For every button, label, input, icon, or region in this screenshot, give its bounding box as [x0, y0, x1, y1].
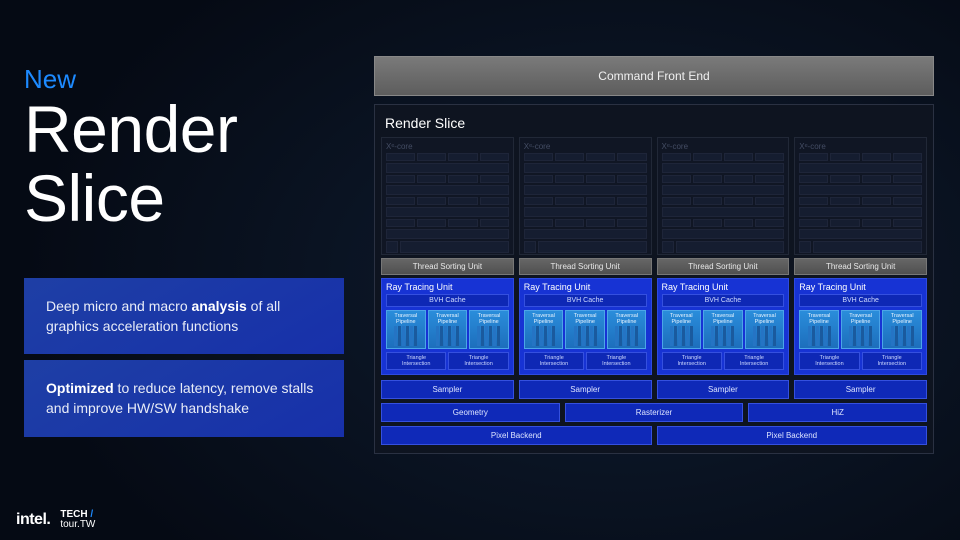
xe-core-block: Xᵉ-core	[657, 137, 790, 255]
rasterizer-block: Rasterizer	[565, 403, 744, 422]
pixel-backend-row: Pixel Backend Pixel Backend	[381, 426, 927, 445]
triangle-intersection-block: TriangleIntersection	[799, 352, 859, 370]
core-column: Xᵉ-core Thread Sorting Unit Ray Tracing Un…	[519, 137, 652, 375]
pixel-backend-block: Pixel Backend	[381, 426, 652, 445]
bvh-cache-block: BVH Cache	[386, 294, 509, 307]
traversal-pipeline-block: TraversalPipeline	[662, 310, 702, 349]
xe-core-block: Xᵉ-core	[381, 137, 514, 255]
core-column: Xᵉ-core Thread Sorting Unit Ray Tracing Un…	[794, 137, 927, 375]
bvh-cache-block: BVH Cache	[662, 294, 785, 307]
traversal-pipeline-block: TraversalPipeline	[428, 310, 468, 349]
render-slice-title: Render Slice	[381, 111, 927, 137]
command-front-end-block: Command Front End	[374, 56, 934, 96]
traversal-pipeline-block: TraversalPipeline	[745, 310, 785, 349]
traversal-pipeline-block: TraversalPipeline	[799, 310, 839, 349]
thread-sorting-unit-block: Thread Sorting Unit	[381, 258, 514, 275]
xe-core-label: Xᵉ-core	[386, 142, 509, 151]
core-column: Xᵉ-core Thread Sorting Unit Ray Tracing Un…	[381, 137, 514, 375]
ray-tracing-unit-block: Ray Tracing Unit BVH Cache TraversalPipeli…	[657, 278, 790, 375]
traversal-pipeline-block: TraversalPipeline	[386, 310, 426, 349]
cores-row: Xᵉ-coreThread Sorting UnitRay Tracing Un…	[381, 137, 927, 375]
ray-tracing-unit-block: Ray Tracing Unit BVH Cache TraversalPipeli…	[519, 278, 652, 375]
pixel-backend-block: Pixel Backend	[657, 426, 928, 445]
hiz-block: HiZ	[748, 403, 927, 422]
geometry-block: Geometry	[381, 403, 560, 422]
footer: intel. TECH / tour.TW	[16, 510, 95, 530]
bvh-cache-block: BVH Cache	[524, 294, 647, 307]
triangle-intersection-block: TriangleIntersection	[724, 352, 784, 370]
ray-tracing-unit-title: Ray Tracing Unit	[524, 282, 647, 292]
bottom-blocks-row: Geometry Rasterizer HiZ	[381, 403, 927, 422]
xe-core-block: Xᵉ-core	[519, 137, 652, 255]
thread-sorting-unit-block: Thread Sorting Unit	[657, 258, 790, 275]
ray-tracing-unit-block: Ray Tracing Unit BVH Cache TraversalPipeli…	[794, 278, 927, 375]
ray-tracing-unit-title: Ray Tracing Unit	[799, 282, 922, 292]
ray-tracing-unit-block: Ray Tracing Unit BVH Cache TraversalPipeli…	[381, 278, 514, 375]
architecture-diagram: Command Front End Render Slice Xᵉ-core Th…	[374, 56, 934, 454]
thread-sorting-unit-block: Thread Sorting Unit	[794, 258, 927, 275]
triangle-intersection-block: TriangleIntersection	[662, 352, 722, 370]
left-column: New Render Slice Deep micro and macro an…	[24, 64, 344, 437]
sampler-block: Sampler	[657, 380, 790, 399]
xe-core-label: Xᵉ-core	[799, 142, 922, 151]
traversal-pipeline-block: TraversalPipeline	[841, 310, 881, 349]
sampler-block: Sampler	[794, 380, 927, 399]
render-slice-container: Render Slice Xᵉ-coreThread Sorting UnitR…	[374, 104, 934, 454]
traversal-pipeline-block: TraversalPipeline	[469, 310, 509, 349]
triangle-intersection-block: TriangleIntersection	[862, 352, 922, 370]
sampler-block: Sampler	[519, 380, 652, 399]
ray-tracing-unit-title: Ray Tracing Unit	[662, 282, 785, 292]
traversal-pipeline-block: TraversalPipeline	[703, 310, 743, 349]
traversal-pipeline-block: TraversalPipeline	[607, 310, 647, 349]
tech-tour-logo: TECH / tour.TW	[60, 510, 95, 530]
info-box-optimized: Optimized to reduce latency, remove stal…	[24, 360, 344, 437]
triangle-intersection-block: TriangleIntersection	[448, 352, 508, 370]
triangle-intersection-block: TriangleIntersection	[386, 352, 446, 370]
page-title: Render Slice	[24, 95, 344, 234]
samplers-row: SamplerSamplerSamplerSampler	[381, 380, 927, 399]
traversal-pipeline-block: TraversalPipeline	[565, 310, 605, 349]
traversal-pipeline-block: TraversalPipeline	[524, 310, 564, 349]
traversal-pipeline-block: TraversalPipeline	[882, 310, 922, 349]
bvh-cache-block: BVH Cache	[799, 294, 922, 307]
xe-core-block: Xᵉ-core	[794, 137, 927, 255]
xe-core-label: Xᵉ-core	[524, 142, 647, 151]
intel-logo: intel.	[16, 511, 50, 529]
sampler-block: Sampler	[381, 380, 514, 399]
triangle-intersection-block: TriangleIntersection	[524, 352, 584, 370]
triangle-intersection-block: TriangleIntersection	[586, 352, 646, 370]
ray-tracing-unit-title: Ray Tracing Unit	[386, 282, 509, 292]
xe-core-label: Xᵉ-core	[662, 142, 785, 151]
core-column: Xᵉ-core Thread Sorting Unit Ray Tracing Un…	[657, 137, 790, 375]
thread-sorting-unit-block: Thread Sorting Unit	[519, 258, 652, 275]
new-label: New	[24, 64, 344, 95]
info-box-analysis: Deep micro and macro analysis of all gra…	[24, 278, 344, 355]
